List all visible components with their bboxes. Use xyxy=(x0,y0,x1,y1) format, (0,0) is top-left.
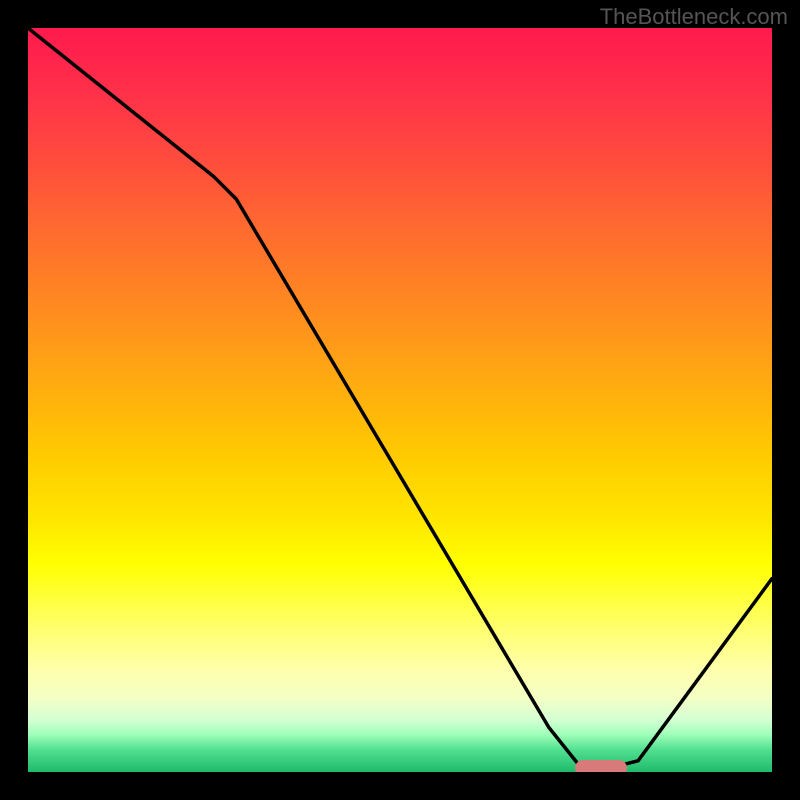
bottleneck-curve xyxy=(28,28,772,772)
optimal-marker xyxy=(575,760,627,772)
watermark-text: TheBottleneck.com xyxy=(600,4,788,30)
plot-area xyxy=(28,28,772,772)
